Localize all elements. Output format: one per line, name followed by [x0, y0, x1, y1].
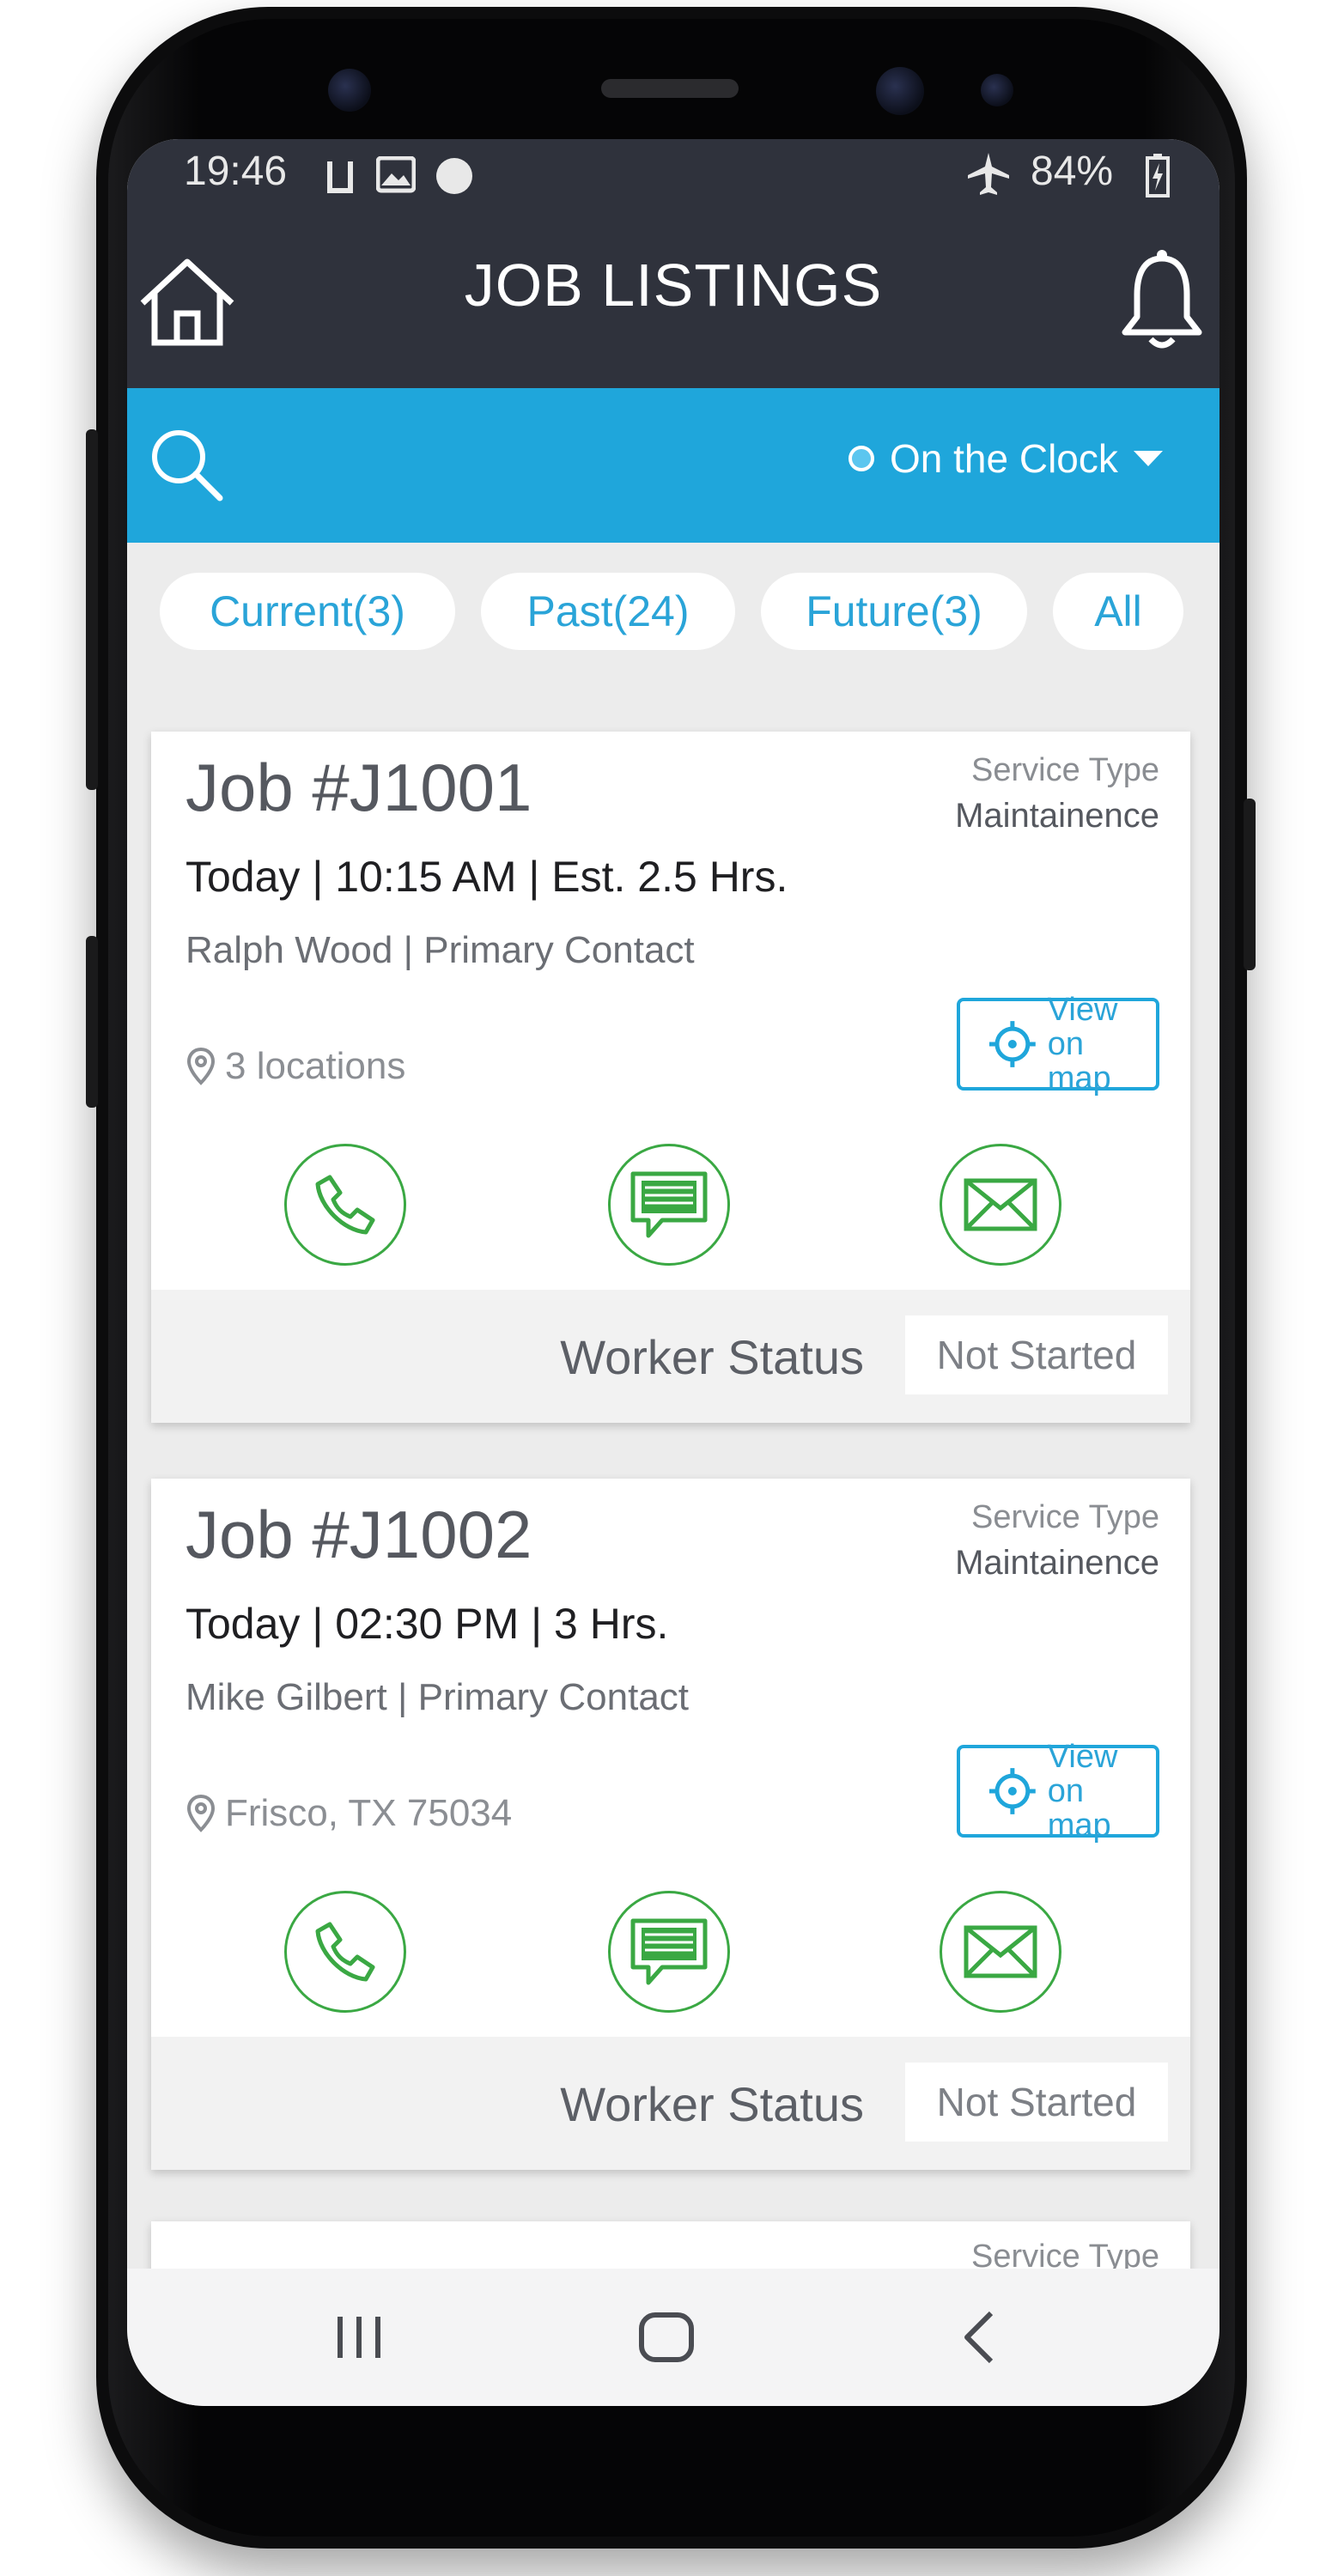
job-location: Frisco, TX 75034: [186, 1792, 512, 1835]
view-on-map-line2: on map: [1047, 1773, 1111, 1844]
worker-status-label: Worker Status: [560, 1330, 864, 1384]
worker-status-row: Worker Status Not Started: [151, 2037, 1190, 2170]
job-title: Job #J1002: [186, 1497, 532, 1572]
system-nav-bar: [127, 2269, 1219, 2406]
job-card[interactable]: Job #J1002 Service Type Maintainence Tod…: [151, 1479, 1190, 2170]
filter-all[interactable]: All: [1053, 573, 1183, 650]
location-text: 3 locations: [225, 1045, 406, 1087]
contact-role: Primary Contact: [417, 1676, 690, 1718]
job-day: Today: [186, 1600, 301, 1648]
job-card[interactable]: Job #J1001 Service Type Maintainence Tod…: [151, 732, 1190, 1423]
job-contact: Ralph Wood | Primary Contact: [186, 929, 695, 971]
crosshair-icon: [988, 1021, 1036, 1067]
service-type-value: Maintainence: [955, 1544, 1159, 1582]
back-icon[interactable]: [960, 2310, 998, 2365]
job-card[interactable]: Service Type: [151, 2221, 1190, 2273]
service-type-label: Service Type: [971, 752, 1159, 788]
location-pin-icon: [186, 1047, 216, 1085]
job-schedule: Today | 10:15 AM | Est. 2.5 Hrs.: [186, 853, 788, 901]
iris-sensor-icon: [981, 74, 1013, 106]
job-location: 3 locations: [186, 1045, 405, 1088]
message-button[interactable]: [608, 1144, 730, 1266]
camera-icon: [876, 67, 924, 115]
service-type-value: Maintainence: [955, 797, 1159, 835]
app-header: 19:46 84% JOB LISTINGS: [127, 139, 1219, 397]
mail-icon: [964, 1925, 1037, 1978]
view-on-map-line1: View: [1047, 1739, 1118, 1775]
service-type-label: Service Type: [971, 2239, 1159, 2273]
contact-role: Primary Contact: [423, 929, 695, 971]
page-title: JOB LISTINGS: [464, 252, 883, 319]
filter-current[interactable]: Current(3): [160, 573, 455, 650]
bixby-button: [86, 936, 98, 1108]
location-text: Frisco, TX 75034: [225, 1792, 513, 1834]
email-button[interactable]: [940, 1144, 1061, 1266]
contact-name: Ralph Wood: [186, 929, 393, 971]
job-schedule: Today | 02:30 PM | 3 Hrs.: [186, 1600, 669, 1648]
filter-past[interactable]: Past(24): [481, 573, 735, 650]
message-icon: [630, 1171, 708, 1238]
earpiece-speaker: [601, 79, 739, 98]
home-nav-icon[interactable]: [638, 2312, 695, 2363]
view-on-map-line1: View: [1047, 992, 1118, 1028]
location-pin-icon: [186, 1794, 216, 1832]
view-on-map-button[interactable]: View on map: [957, 993, 1159, 1096]
job-estimate: 3 Hrs.: [554, 1600, 669, 1648]
worker-status-label: Worker Status: [560, 2077, 864, 2131]
screen: 19:46 84% JOB LISTINGS On the Clock Curr…: [127, 139, 1219, 2406]
call-button[interactable]: [284, 1144, 406, 1266]
job-day: Today: [186, 853, 301, 901]
bell-icon[interactable]: [1115, 246, 1209, 354]
email-button[interactable]: [940, 1891, 1061, 2013]
view-on-map-label: View on map: [1048, 993, 1156, 1096]
job-title: Job #J1001: [186, 750, 532, 825]
clock-status-label: On the Clock: [890, 436, 1118, 481]
view-on-map-label: View on map: [1048, 1740, 1156, 1843]
worker-status-value[interactable]: Not Started: [905, 1315, 1168, 1394]
search-icon[interactable]: [144, 422, 230, 508]
crosshair-icon: [988, 1768, 1036, 1814]
volume-button: [86, 429, 98, 790]
gallery-icon: [376, 156, 416, 193]
recent-apps-icon[interactable]: [333, 2313, 385, 2361]
dex-icon: [436, 158, 472, 194]
service-type-label: Service Type: [971, 1499, 1159, 1535]
contact-name: Mike Gilbert: [186, 1676, 387, 1718]
sensor-icon: [328, 69, 371, 112]
phone-icon: [315, 1922, 375, 1982]
search-bar: On the Clock: [127, 388, 1219, 543]
clock-status-dropdown[interactable]: On the Clock: [848, 435, 1163, 482]
message-button[interactable]: [608, 1891, 730, 2013]
job-time: 10:15 AM: [335, 853, 517, 901]
mail-icon: [964, 1178, 1037, 1231]
battery-percent: 84%: [1031, 149, 1114, 194]
chevron-down-icon: [1133, 451, 1163, 466]
job-contact: Mike Gilbert | Primary Contact: [186, 1676, 690, 1718]
phone-icon: [315, 1175, 375, 1235]
battery-icon: [1146, 154, 1170, 197]
status-dot-icon: [848, 446, 874, 471]
job-estimate: Est. 2.5 Hrs.: [551, 853, 788, 901]
message-icon: [630, 1918, 708, 1985]
status-time: 19:46: [184, 149, 288, 194]
worker-status-value[interactable]: Not Started: [905, 2063, 1168, 2142]
call-button[interactable]: [284, 1891, 406, 2013]
airplane-icon: [968, 153, 1009, 195]
storage-icon: [327, 161, 353, 193]
view-on-map-line2: on map: [1047, 1026, 1111, 1097]
job-time: 02:30 PM: [335, 1600, 520, 1648]
filter-future[interactable]: Future(3): [761, 573, 1027, 650]
view-on-map-button[interactable]: View on map: [957, 1740, 1159, 1843]
worker-status-row: Worker Status Not Started: [151, 1290, 1190, 1423]
power-button: [1244, 799, 1256, 970]
